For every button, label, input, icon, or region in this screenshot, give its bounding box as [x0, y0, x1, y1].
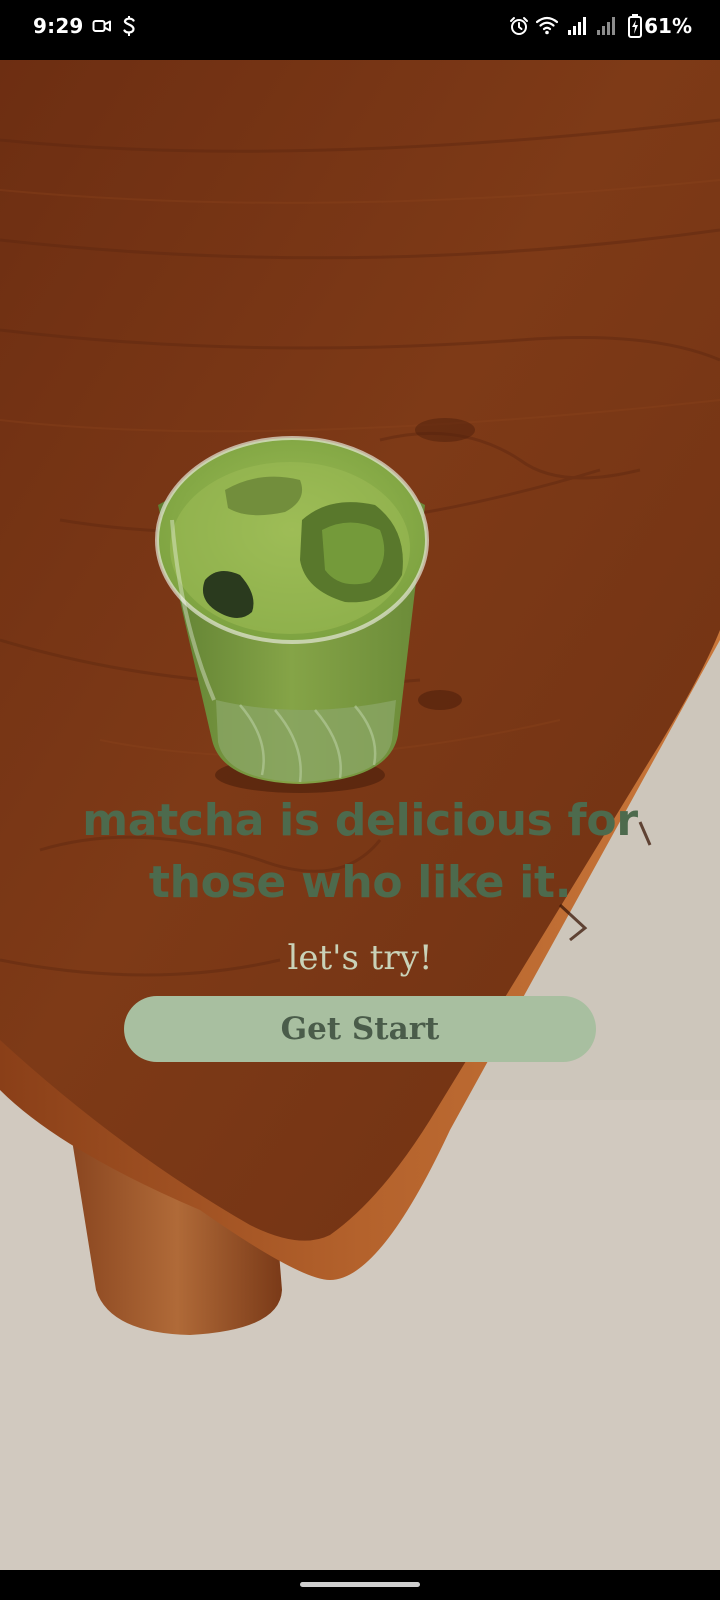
status-bar: 9:29 61%	[0, 0, 720, 60]
gesture-handle[interactable]	[300, 1582, 420, 1587]
wifi-icon	[535, 15, 559, 39]
app-screen: 9:29 61% matcha is delicious for those w…	[0, 0, 720, 1600]
signal-secondary-icon	[596, 16, 618, 40]
sync-s-icon	[121, 15, 137, 41]
signal-icon	[567, 16, 589, 40]
status-time: 9:29	[33, 14, 84, 38]
alarm-icon	[509, 16, 529, 40]
hero-headline: matcha is delicious for those who like i…	[82, 795, 638, 908]
video-camera-icon	[92, 16, 112, 40]
hero-subline: let's try!	[287, 938, 433, 978]
battery-percent: 61%	[644, 14, 692, 38]
battery-charging-icon	[627, 13, 643, 43]
get-start-button[interactable]: Get Start	[124, 996, 596, 1062]
navigation-bar	[0, 1570, 720, 1600]
